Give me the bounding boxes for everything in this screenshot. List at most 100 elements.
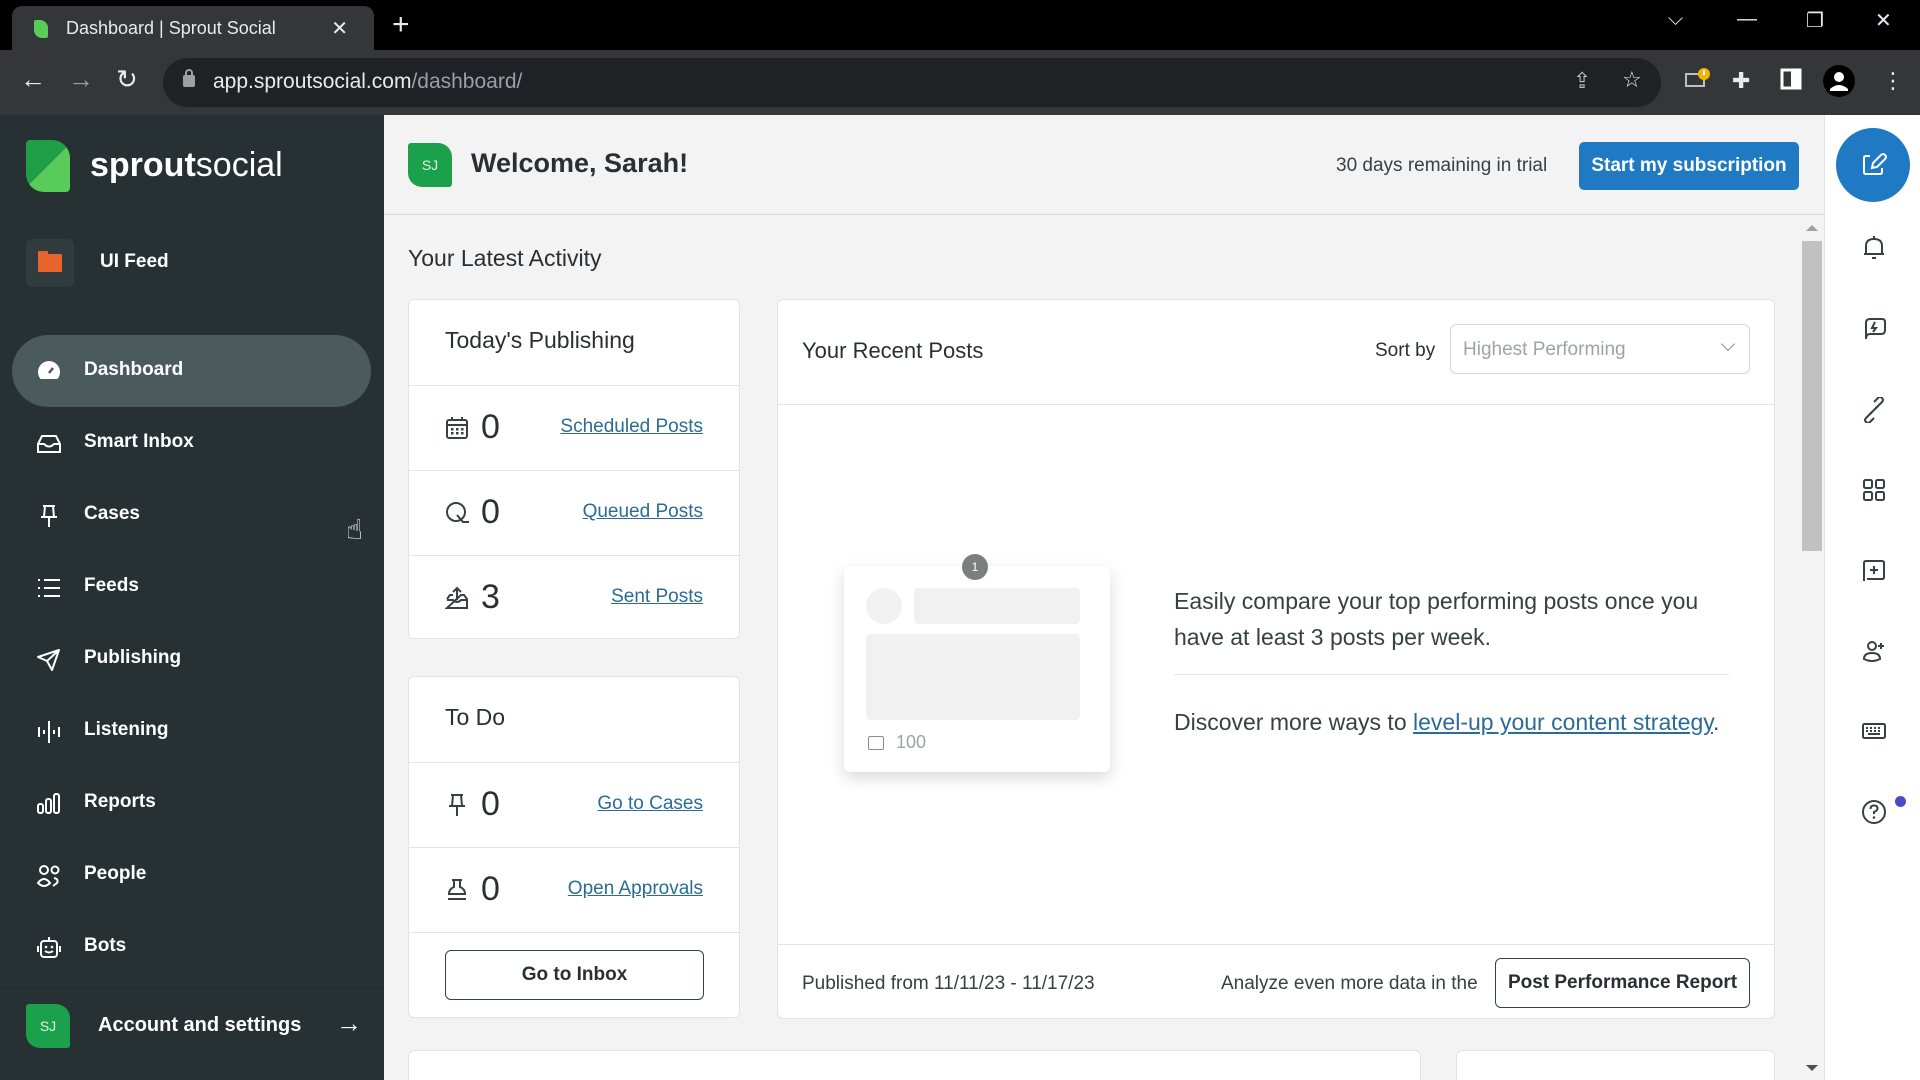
scroll-up-arrow-icon[interactable] [1806,225,1818,231]
scrollbar[interactable] [1800,215,1824,1080]
tab-close-icon[interactable]: ✕ [331,16,348,41]
link-icon[interactable] [1861,397,1887,423]
scrollbar-thumb[interactable] [1802,241,1822,551]
start-subscription-button[interactable]: Start my subscription [1579,142,1799,190]
compose-icon [1863,153,1887,175]
pin-icon [36,503,62,529]
page-header: SJ Welcome, Sarah! 30 days remaining in … [384,115,1824,215]
help-icon[interactable] [1861,799,1887,825]
bot-icon [36,935,62,961]
sidebar-item-publishing[interactable]: Publishing [12,623,371,695]
open-approvals-link[interactable]: Open Approvals [568,878,703,900]
soundwave-icon [36,719,62,745]
sort-value: Highest Performing [1463,339,1626,360]
main-content: Your Latest Activity Today's Publishing … [384,215,1800,1080]
sort-select[interactable]: Highest Performing [1450,324,1750,374]
rank-badge: 1 [962,554,988,580]
restore-icon[interactable]: ❐ [1806,8,1824,33]
window-close-icon[interactable]: ✕ [1875,8,1892,33]
content-strategy-link[interactable]: level-up your content strategy [1413,709,1713,735]
sidebar-item-bots[interactable]: Bots [12,911,371,983]
comment-icon [868,736,884,750]
sprout-favicon-icon [34,20,48,38]
sprout-leaf-icon [26,140,70,192]
placeholder-post-preview: 1 100 [844,554,1110,772]
right-rail [1824,115,1920,1080]
sent-posts-link[interactable]: Sent Posts [611,586,703,608]
sidebar: sproutsocial UI Feed Dashboard Smart Inb… [0,115,384,1080]
add-user-icon[interactable] [1861,638,1887,664]
placeholder-media [866,634,1080,720]
compose-button[interactable] [1836,128,1910,202]
sidebar-item-people[interactable]: People [12,839,371,911]
queued-posts-link[interactable]: Queued Posts [583,501,703,523]
extensions-icon[interactable]: ✚ [1732,68,1750,94]
list-item: 3 Sent Posts [409,555,739,640]
grid-icon[interactable] [1861,477,1887,503]
go-to-cases-link[interactable]: Go to Cases [597,793,703,815]
divider [778,404,1774,405]
account-and-settings[interactable]: SJ Account and settings → [0,987,384,1080]
pin-icon [445,793,469,817]
side-panel-icon[interactable] [1780,68,1802,90]
sort-label: Sort by [1375,340,1436,361]
url-text[interactable]: app.sproutsocial.com/dashboard/ [213,70,522,94]
browser-tab[interactable]: Dashboard | Sprout Social ✕ [12,6,374,50]
back-icon[interactable]: ← [20,64,46,95]
discover-text: Discover more ways to level-up your cont… [1174,709,1720,735]
dashboard-gauge-icon [36,359,62,385]
share-icon[interactable]: ⇪ [1573,68,1591,94]
analyze-text: Analyze even more data in the [1221,973,1478,994]
sidebar-item-cases[interactable]: Cases [12,479,371,551]
bell-icon[interactable] [1861,235,1887,261]
lower-card-right [1456,1050,1775,1080]
list-item: 0 Go to Cases [409,762,739,847]
keyboard-icon[interactable] [1861,718,1887,744]
trial-status: 30 days remaining in trial [1336,155,1548,176]
inbox-icon [36,431,62,457]
star-icon[interactable]: ☆ [1622,67,1642,93]
mouse-cursor: ☝ [346,514,364,545]
published-range: Published from 11/11/23 - 11/17/23 [802,973,1095,994]
calendar-icon [445,416,469,440]
sidebar-item-dashboard[interactable]: Dashboard [12,335,371,407]
placeholder-text [914,588,1080,624]
workspace-label: UI Feed [100,251,169,272]
post-performance-report-button[interactable]: Post Performance Report [1495,958,1750,1008]
approval-stamp-icon [445,878,469,902]
comment-count: 100 [896,732,927,752]
alert-extension-icon[interactable] [1684,68,1710,92]
placeholder-avatar [866,588,902,624]
sidebar-item-reports[interactable]: Reports [12,767,371,839]
scheduled-posts-link[interactable]: Scheduled Posts [560,416,703,438]
avatar: SJ [408,143,452,187]
forward-icon[interactable]: → [68,64,94,95]
add-box-icon[interactable] [1861,558,1887,584]
tab-title: Dashboard | Sprout Social [66,18,276,38]
app: sproutsocial UI Feed Dashboard Smart Inb… [0,115,1920,1080]
empty-state-message: Easily compare your top performing posts… [1174,588,1699,650]
sidebar-item-smart-inbox[interactable]: Smart Inbox [12,407,371,479]
queued-count: 0 [481,493,500,531]
list-item: 0 Queued Posts [409,470,739,555]
scroll-down-arrow-icon[interactable] [1806,1065,1818,1071]
tab-search-chevron-icon[interactable]: ⌵ [1668,8,1683,31]
list-item: 0 Open Approvals [409,847,739,932]
scheduled-count: 0 [481,408,500,446]
divider [778,944,1774,945]
menu-icon[interactable]: ⋮ [1882,68,1904,94]
sidebar-item-listening[interactable]: Listening [12,695,371,767]
new-tab-icon[interactable]: + [392,8,410,42]
sidebar-item-feeds[interactable]: Feeds [12,551,371,623]
reload-icon[interactable]: ↻ [116,64,138,95]
sent-count: 3 [481,578,500,616]
queue-icon [445,501,469,525]
minimize-icon[interactable]: — [1737,8,1757,31]
profile-icon[interactable] [1822,64,1856,98]
address-bar[interactable]: app.sproutsocial.com/dashboard/ ⇪ ☆ [163,58,1661,107]
feedback-icon[interactable] [1861,315,1887,341]
go-to-inbox-button[interactable]: Go to Inbox [445,950,704,1000]
list-item: 0 Scheduled Posts [409,385,739,470]
todo-card: To Do 0 Go to Cases 0 Open Approvals Go … [408,676,740,1018]
cases-count: 0 [481,785,500,823]
